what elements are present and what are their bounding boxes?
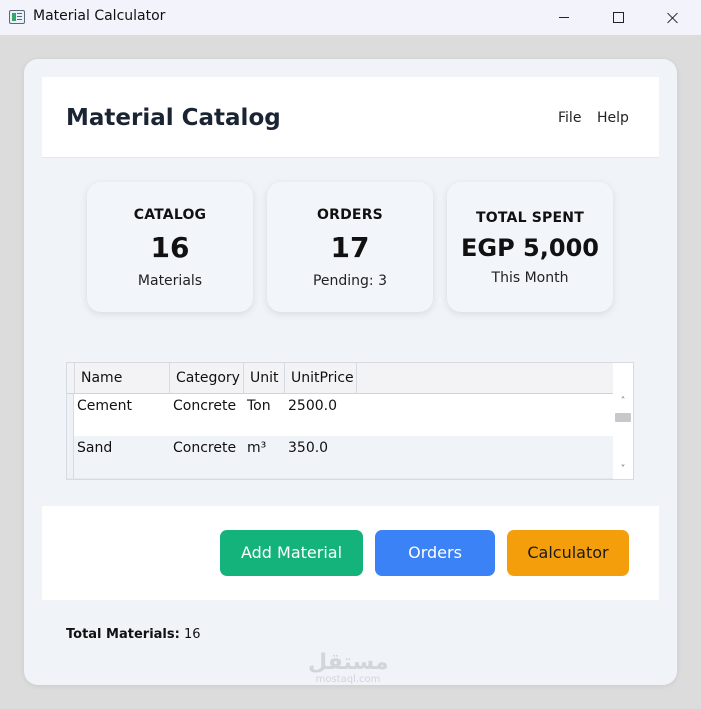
header-bar: Material Catalog File Help bbox=[42, 77, 659, 158]
orders-button[interactable]: Orders bbox=[375, 530, 495, 576]
cell-name: Sand bbox=[77, 440, 113, 456]
stat-card-catalog: CATALOG 16 Materials bbox=[87, 182, 253, 312]
stat-card-total-spent: TOTAL SPENT EGP 5,000 This Month bbox=[447, 182, 613, 312]
cell-unitprice: 350.0 bbox=[288, 440, 329, 456]
table-row[interactable]: Cement Concrete Ton 2500.0 bbox=[67, 394, 613, 437]
watermark-logo: مستقل mostaql.com bbox=[308, 652, 388, 686]
scroll-up-icon[interactable]: ˄ bbox=[618, 397, 628, 407]
cell-unit: m³ bbox=[247, 440, 267, 456]
stat-value: 17 bbox=[330, 231, 370, 264]
stat-label: TOTAL SPENT bbox=[476, 210, 584, 226]
column-header-unitprice[interactable]: UnitPrice bbox=[285, 363, 357, 393]
add-material-button[interactable]: Add Material bbox=[220, 530, 363, 576]
action-panel: Add Material Orders Calculator bbox=[42, 506, 659, 600]
stat-subtext: Pending: 3 bbox=[312, 273, 388, 289]
stat-subtext: This Month bbox=[491, 270, 569, 286]
table-header: Name Category Unit UnitPrice bbox=[67, 363, 613, 394]
main-card: Material Catalog File Help CATALOG 16 Ma… bbox=[24, 59, 677, 685]
row-selector bbox=[67, 436, 74, 478]
minimize-button[interactable] bbox=[541, 0, 587, 35]
window-titlebar: Material Calculator bbox=[0, 0, 701, 35]
scroll-down-icon[interactable]: ˅ bbox=[618, 465, 628, 475]
page-title: Material Catalog bbox=[66, 105, 281, 131]
scrollbar-thumb[interactable] bbox=[615, 413, 631, 422]
total-materials-summary: Total Materials: 16 bbox=[66, 627, 201, 642]
window-title: Material Calculator bbox=[33, 8, 166, 24]
menu-help[interactable]: Help bbox=[597, 110, 629, 126]
cell-unit: Ton bbox=[247, 398, 271, 414]
table-row[interactable]: Sand Concrete m³ 350.0 bbox=[67, 436, 613, 479]
stat-card-orders: ORDERS 17 Pending: 3 bbox=[267, 182, 433, 312]
menu-file[interactable]: File bbox=[558, 110, 581, 126]
maximize-icon bbox=[612, 12, 624, 23]
column-header-unit[interactable]: Unit bbox=[244, 363, 285, 393]
column-header-name[interactable]: Name bbox=[75, 363, 170, 393]
stat-subtext: Materials bbox=[137, 273, 203, 289]
minimize-icon bbox=[559, 17, 569, 18]
column-header-category[interactable]: Category bbox=[170, 363, 244, 393]
calculator-button[interactable]: Calculator bbox=[507, 530, 629, 576]
stat-value: EGP 5,000 bbox=[461, 234, 599, 262]
cell-category: Concrete bbox=[173, 440, 237, 456]
watermark-url: mostaql.com bbox=[315, 674, 381, 685]
stat-label: CATALOG bbox=[133, 207, 207, 223]
total-materials-label: Total Materials: bbox=[66, 627, 180, 642]
row-selector bbox=[67, 394, 74, 436]
app-icon bbox=[9, 10, 25, 24]
cell-category: Concrete bbox=[173, 398, 237, 414]
maximize-button[interactable] bbox=[595, 0, 641, 35]
cell-unitprice: 2500.0 bbox=[288, 398, 337, 414]
row-header-corner bbox=[67, 363, 75, 393]
materials-table[interactable]: Name Category Unit UnitPrice Cement Conc… bbox=[66, 362, 634, 480]
watermark-text: مستقل bbox=[308, 650, 389, 675]
total-materials-value: 16 bbox=[183, 627, 201, 642]
cell-name: Cement bbox=[77, 398, 133, 414]
stat-label: ORDERS bbox=[317, 207, 383, 223]
close-button[interactable] bbox=[650, 0, 696, 35]
stat-value: 16 bbox=[150, 231, 190, 264]
close-icon bbox=[667, 12, 679, 24]
table-vertical-scrollbar[interactable]: ˄ ˅ bbox=[613, 393, 633, 479]
